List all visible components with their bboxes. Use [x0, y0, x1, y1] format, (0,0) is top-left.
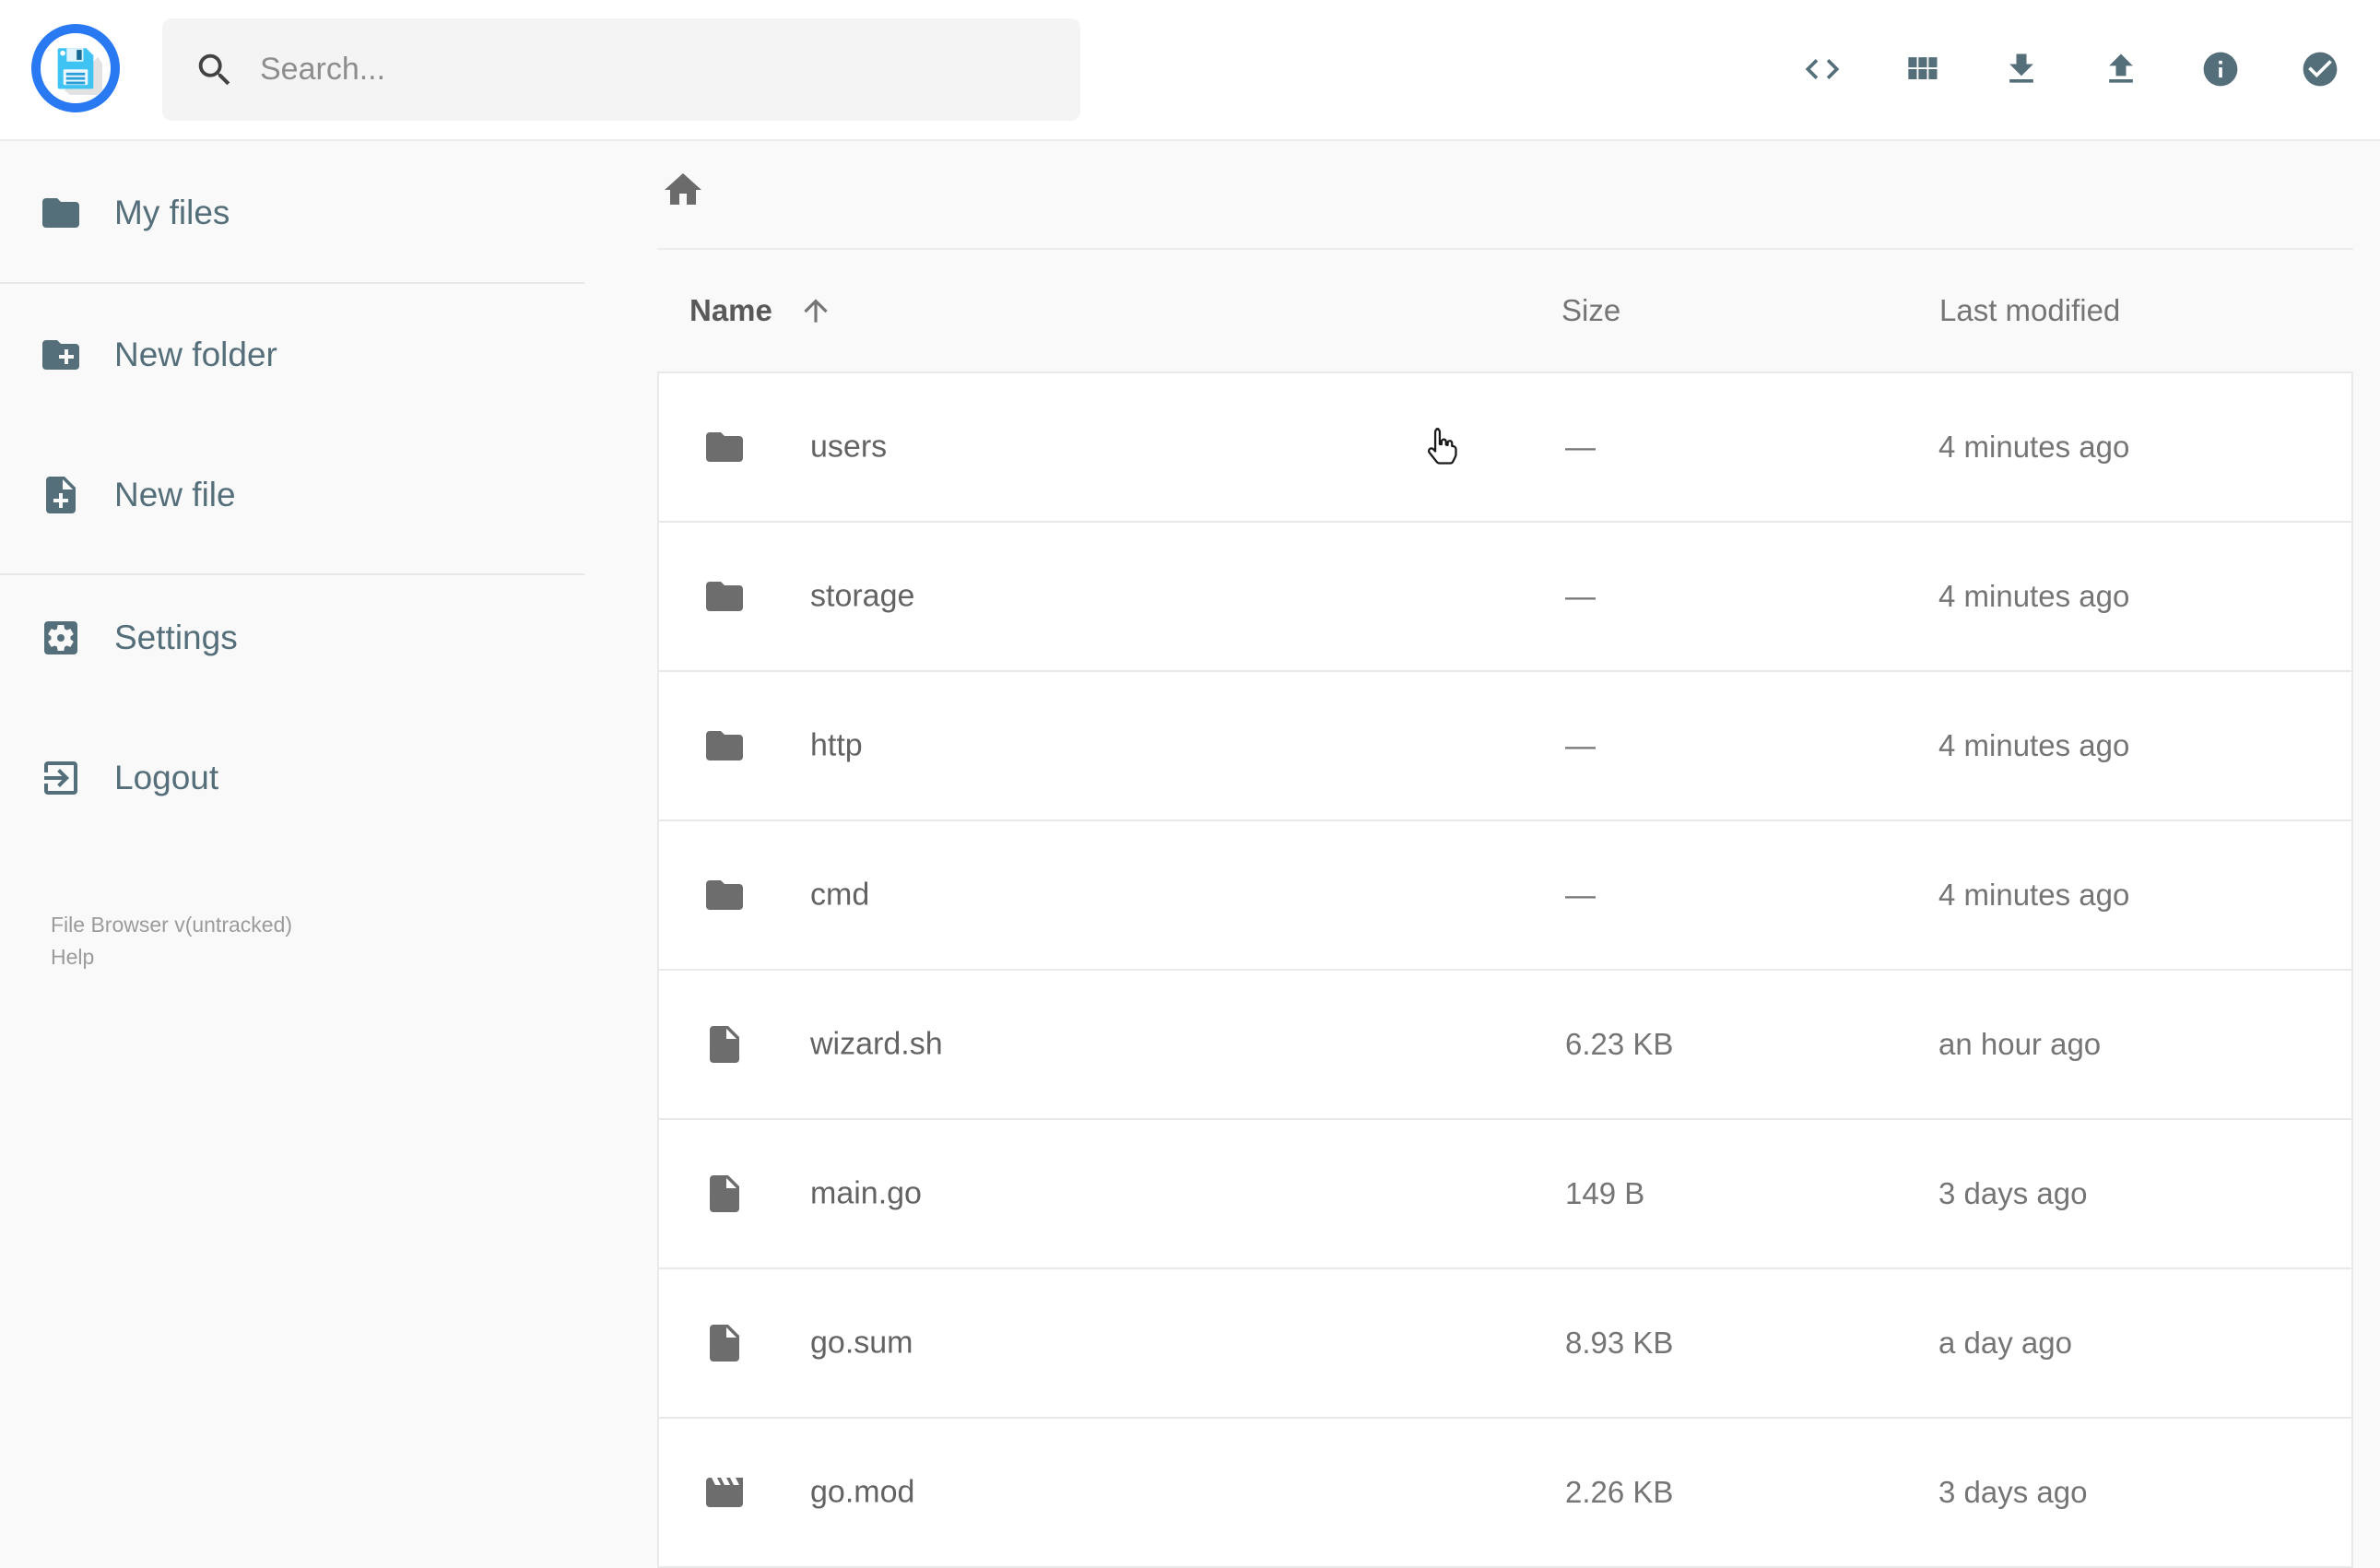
download-icon[interactable] [2001, 49, 2042, 89]
file-name: cmd [810, 877, 870, 913]
folder-icon [706, 731, 743, 760]
movie-icon [706, 1478, 743, 1507]
folder-icon [42, 198, 79, 228]
home-icon[interactable] [661, 168, 705, 212]
floppy-disk-icon [57, 48, 102, 95]
file-name: users [810, 429, 888, 465]
version-link[interactable]: File Browser v(untracked) [51, 909, 292, 941]
sidebar-divider [0, 282, 584, 284]
file-modified: 4 minutes ago [1938, 878, 2130, 912]
file-size: 8.93 KB [1565, 1326, 1674, 1360]
sidebar-divider [0, 573, 584, 575]
header-actions [1802, 49, 2340, 89]
file-listing: users — 4 minutes ago storage — 4 minute… [657, 371, 2353, 1568]
file-row-go.sum[interactable]: go.sum 8.93 KB a day ago [657, 1267, 2353, 1419]
sidebar-footer: File Browser v(untracked) Help [51, 909, 292, 973]
file-row-go.mod[interactable]: go.mod 2.26 KB 3 days ago [657, 1417, 2353, 1568]
file-modified: 3 days ago [1938, 1475, 2088, 1509]
filebrowser-logo [31, 24, 120, 112]
logout-icon [44, 761, 77, 795]
file-row-wizard.sh[interactable]: wizard.sh 6.23 KB an hour ago [657, 969, 2353, 1120]
file-icon [710, 1175, 739, 1212]
info-icon[interactable] [2200, 49, 2241, 89]
column-header-name[interactable]: Name [689, 293, 833, 328]
folder-row-storage[interactable]: storage — 4 minutes ago [657, 521, 2353, 672]
folder-row-cmd[interactable]: cmd — 4 minutes ago [657, 819, 2353, 971]
file-name: wizard.sh [810, 1026, 943, 1062]
select-check-icon[interactable] [2300, 49, 2340, 89]
search-input[interactable] [260, 52, 1053, 88]
file-icon [710, 1325, 739, 1362]
sidebar-item-settings[interactable]: Settings [0, 590, 584, 686]
folder-row-http[interactable]: http — 4 minutes ago [657, 670, 2353, 821]
code-icon[interactable] [1802, 49, 1843, 89]
folder-row-users[interactable]: users — 4 minutes ago [657, 371, 2353, 523]
top-header [0, 0, 2380, 141]
file-row-main.go[interactable]: main.go 149 B 3 days ago [657, 1118, 2353, 1269]
help-link[interactable]: Help [51, 941, 292, 973]
file-modified: a day ago [1938, 1326, 2072, 1360]
magnifier-icon [198, 53, 230, 85]
create-new-folder-icon [42, 340, 79, 370]
arrow-up-icon [804, 299, 828, 323]
search-bar[interactable] [162, 18, 1080, 121]
folder-icon [706, 582, 743, 611]
file-size: — [1565, 579, 1596, 613]
sidebar-item-logout[interactable]: Logout [0, 730, 584, 826]
upload-icon[interactable] [2101, 49, 2141, 89]
file-modified: 3 days ago [1938, 1176, 2088, 1210]
file-modified: 4 minutes ago [1938, 728, 2130, 762]
file-icon [710, 1026, 739, 1063]
file-name: go.sum [810, 1325, 913, 1361]
file-size: — [1565, 430, 1596, 464]
file-modified: 4 minutes ago [1938, 579, 2130, 613]
folder-icon [706, 432, 743, 462]
file-modified: 4 minutes ago [1938, 430, 2130, 464]
sidebar-item-new-folder[interactable]: New folder [0, 307, 584, 403]
file-name: storage [810, 578, 915, 614]
file-name: http [810, 727, 863, 763]
file-modified: an hour ago [1938, 1027, 2102, 1061]
column-header-size[interactable]: Size [1561, 293, 1620, 328]
sidebar-item-new-file[interactable]: New file [0, 447, 584, 543]
sidebar-item-label: Settings [114, 619, 238, 656]
sidebar-item-label: New folder [114, 336, 277, 373]
new-file-icon [46, 477, 76, 513]
folder-icon [706, 880, 743, 910]
grid-view-icon[interactable] [1902, 49, 1942, 89]
sidebar-item-label: New file [114, 476, 236, 513]
file-size: 6.23 KB [1565, 1027, 1674, 1061]
sidebar-item-label: Logout [114, 759, 219, 796]
file-size: — [1565, 728, 1596, 762]
settings-icon [44, 621, 77, 654]
column-header-name-label: Name [689, 293, 772, 327]
file-size: — [1565, 878, 1596, 912]
file-name: go.mod [810, 1474, 915, 1510]
column-header-modified[interactable]: Last modified [1939, 293, 2120, 328]
file-size: 2.26 KB [1565, 1475, 1674, 1509]
sidebar-item-my-files[interactable]: My files [0, 165, 584, 261]
sidebar-item-label: My files [114, 194, 230, 231]
breadcrumb-divider [657, 248, 2353, 250]
file-size: 149 B [1565, 1176, 1645, 1210]
file-name: main.go [810, 1175, 922, 1211]
